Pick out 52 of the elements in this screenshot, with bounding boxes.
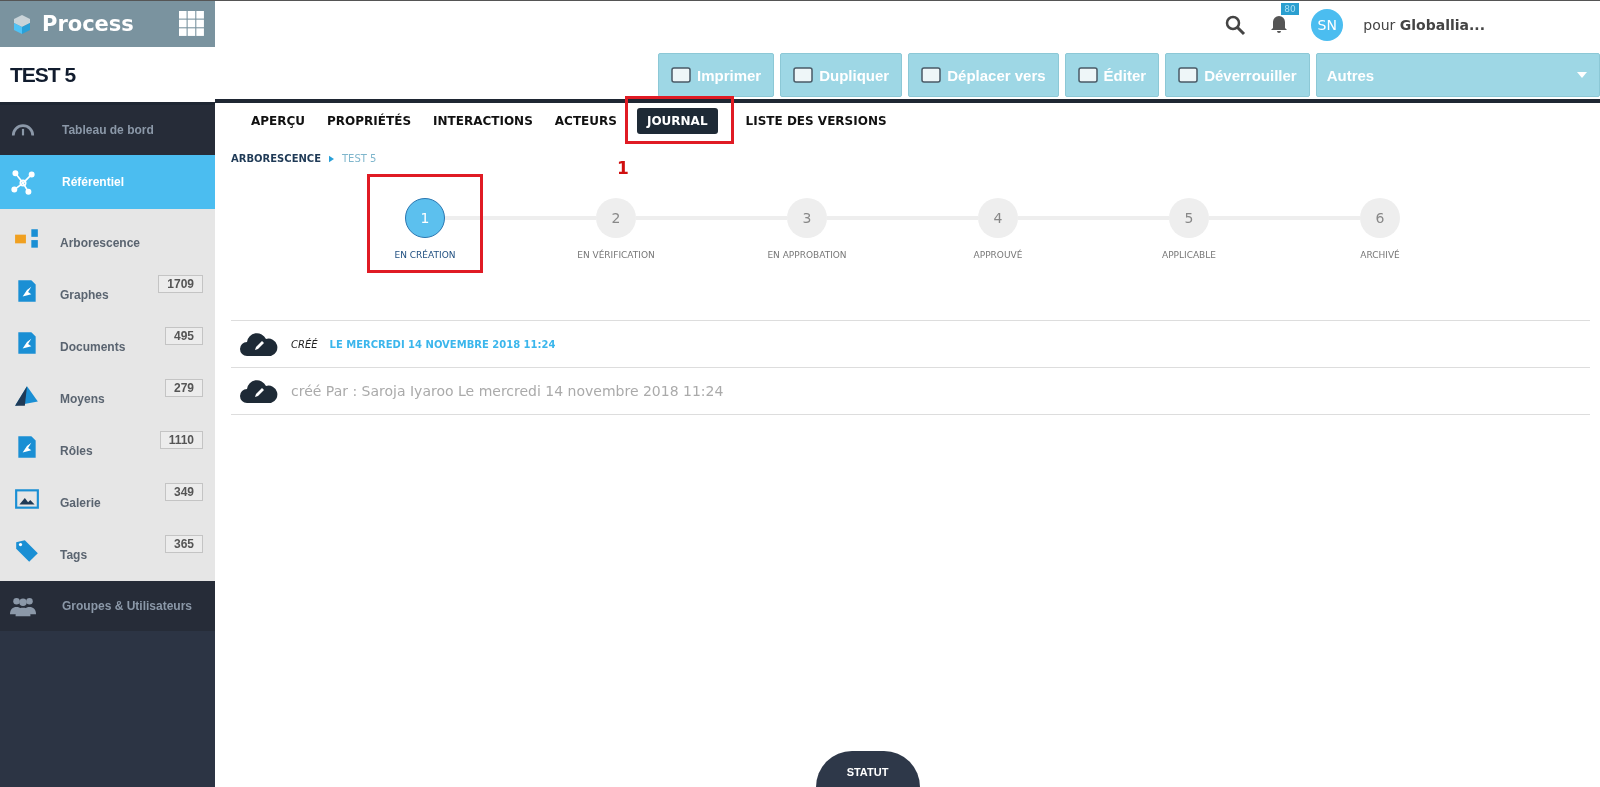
search-icon[interactable] bbox=[1223, 13, 1248, 37]
step-circle[interactable]: 6 bbox=[1360, 198, 1400, 238]
notification-badge: 80 bbox=[1281, 3, 1299, 15]
sidebar-subitem[interactable]: Graphes 1709 bbox=[0, 265, 215, 317]
app-grid-icon[interactable] bbox=[179, 11, 205, 37]
sidebar-subitem[interactable]: Tags 365 bbox=[0, 525, 215, 577]
step-circle[interactable]: 5 bbox=[1169, 198, 1209, 238]
item-count: 349 bbox=[164, 483, 203, 501]
item-count: 1110 bbox=[159, 431, 203, 449]
step-circle[interactable]: 4 bbox=[978, 198, 1018, 238]
page-title: TEST 5 bbox=[10, 62, 76, 87]
step-circle[interactable]: 3 bbox=[787, 198, 827, 238]
sidebar-subitem[interactable]: Moyens 279 bbox=[0, 369, 215, 421]
sidebar-subitem[interactable]: Documents 495 bbox=[0, 317, 215, 369]
cloud-pencil-icon bbox=[239, 332, 279, 356]
app-name: Process bbox=[42, 12, 135, 36]
journal-date: LE MERCREDI 14 NOVEMBRE 2018 11:24 bbox=[329, 338, 556, 350]
step-label: EN APPROBATION bbox=[767, 250, 847, 260]
tab[interactable]: APERÇU bbox=[241, 108, 316, 134]
item-count: 495 bbox=[164, 327, 203, 345]
breadcrumb-current: TEST 5 bbox=[342, 153, 377, 164]
sidebar-subitem[interactable]: Galerie 349 bbox=[0, 473, 215, 525]
tab[interactable]: ACTEURS bbox=[544, 108, 627, 134]
status-button[interactable]: STATUT bbox=[815, 751, 920, 787]
tab[interactable]: INTERACTIONS bbox=[423, 108, 543, 134]
annotation-number: 1 bbox=[616, 158, 629, 178]
sidebar-item[interactable]: Tableau de bord bbox=[0, 105, 215, 155]
item-count: 279 bbox=[164, 379, 203, 397]
image-icon bbox=[14, 486, 40, 512]
step-label: ARCHIVÉ bbox=[1360, 250, 1400, 260]
tab[interactable]: JOURNAL bbox=[636, 108, 718, 134]
network-icon bbox=[10, 169, 36, 195]
step-label: EN VÉRIFICATION bbox=[577, 250, 655, 260]
account-name[interactable]: pour Globallia... bbox=[1363, 17, 1485, 33]
sidebar-subitem[interactable]: Arborescence bbox=[0, 213, 215, 265]
step-label: EN CRÉATION bbox=[394, 250, 456, 260]
step-label: APPLICABLE bbox=[1162, 250, 1216, 260]
sidebar-subitem[interactable]: Rôles 1110 bbox=[0, 421, 215, 473]
journal-action: CRÉÉ bbox=[291, 338, 318, 350]
journal-entry: créé Par : Saroja Iyaroo Le mercredi 14 novembre 2018 11:24 bbox=[291, 383, 724, 399]
chevron-icon bbox=[329, 154, 334, 163]
item-count: 1709 bbox=[158, 275, 203, 293]
cloud-pencil-icon bbox=[239, 379, 279, 403]
step-label: APPROUVÉ bbox=[973, 250, 1023, 260]
tag-icon bbox=[14, 538, 40, 564]
tab[interactable]: LISTE DES VERSIONS bbox=[735, 108, 897, 134]
step-circle[interactable]: 2 bbox=[596, 198, 636, 238]
sidebar-item[interactable]: Groupes & Utilisateurs bbox=[0, 581, 215, 631]
tab[interactable]: PROPRIÉTÉS bbox=[317, 108, 422, 134]
caret-icon bbox=[1577, 72, 1587, 78]
breadcrumb-link[interactable]: ARBORESCENCE bbox=[231, 153, 321, 164]
item-count: 365 bbox=[164, 535, 203, 553]
